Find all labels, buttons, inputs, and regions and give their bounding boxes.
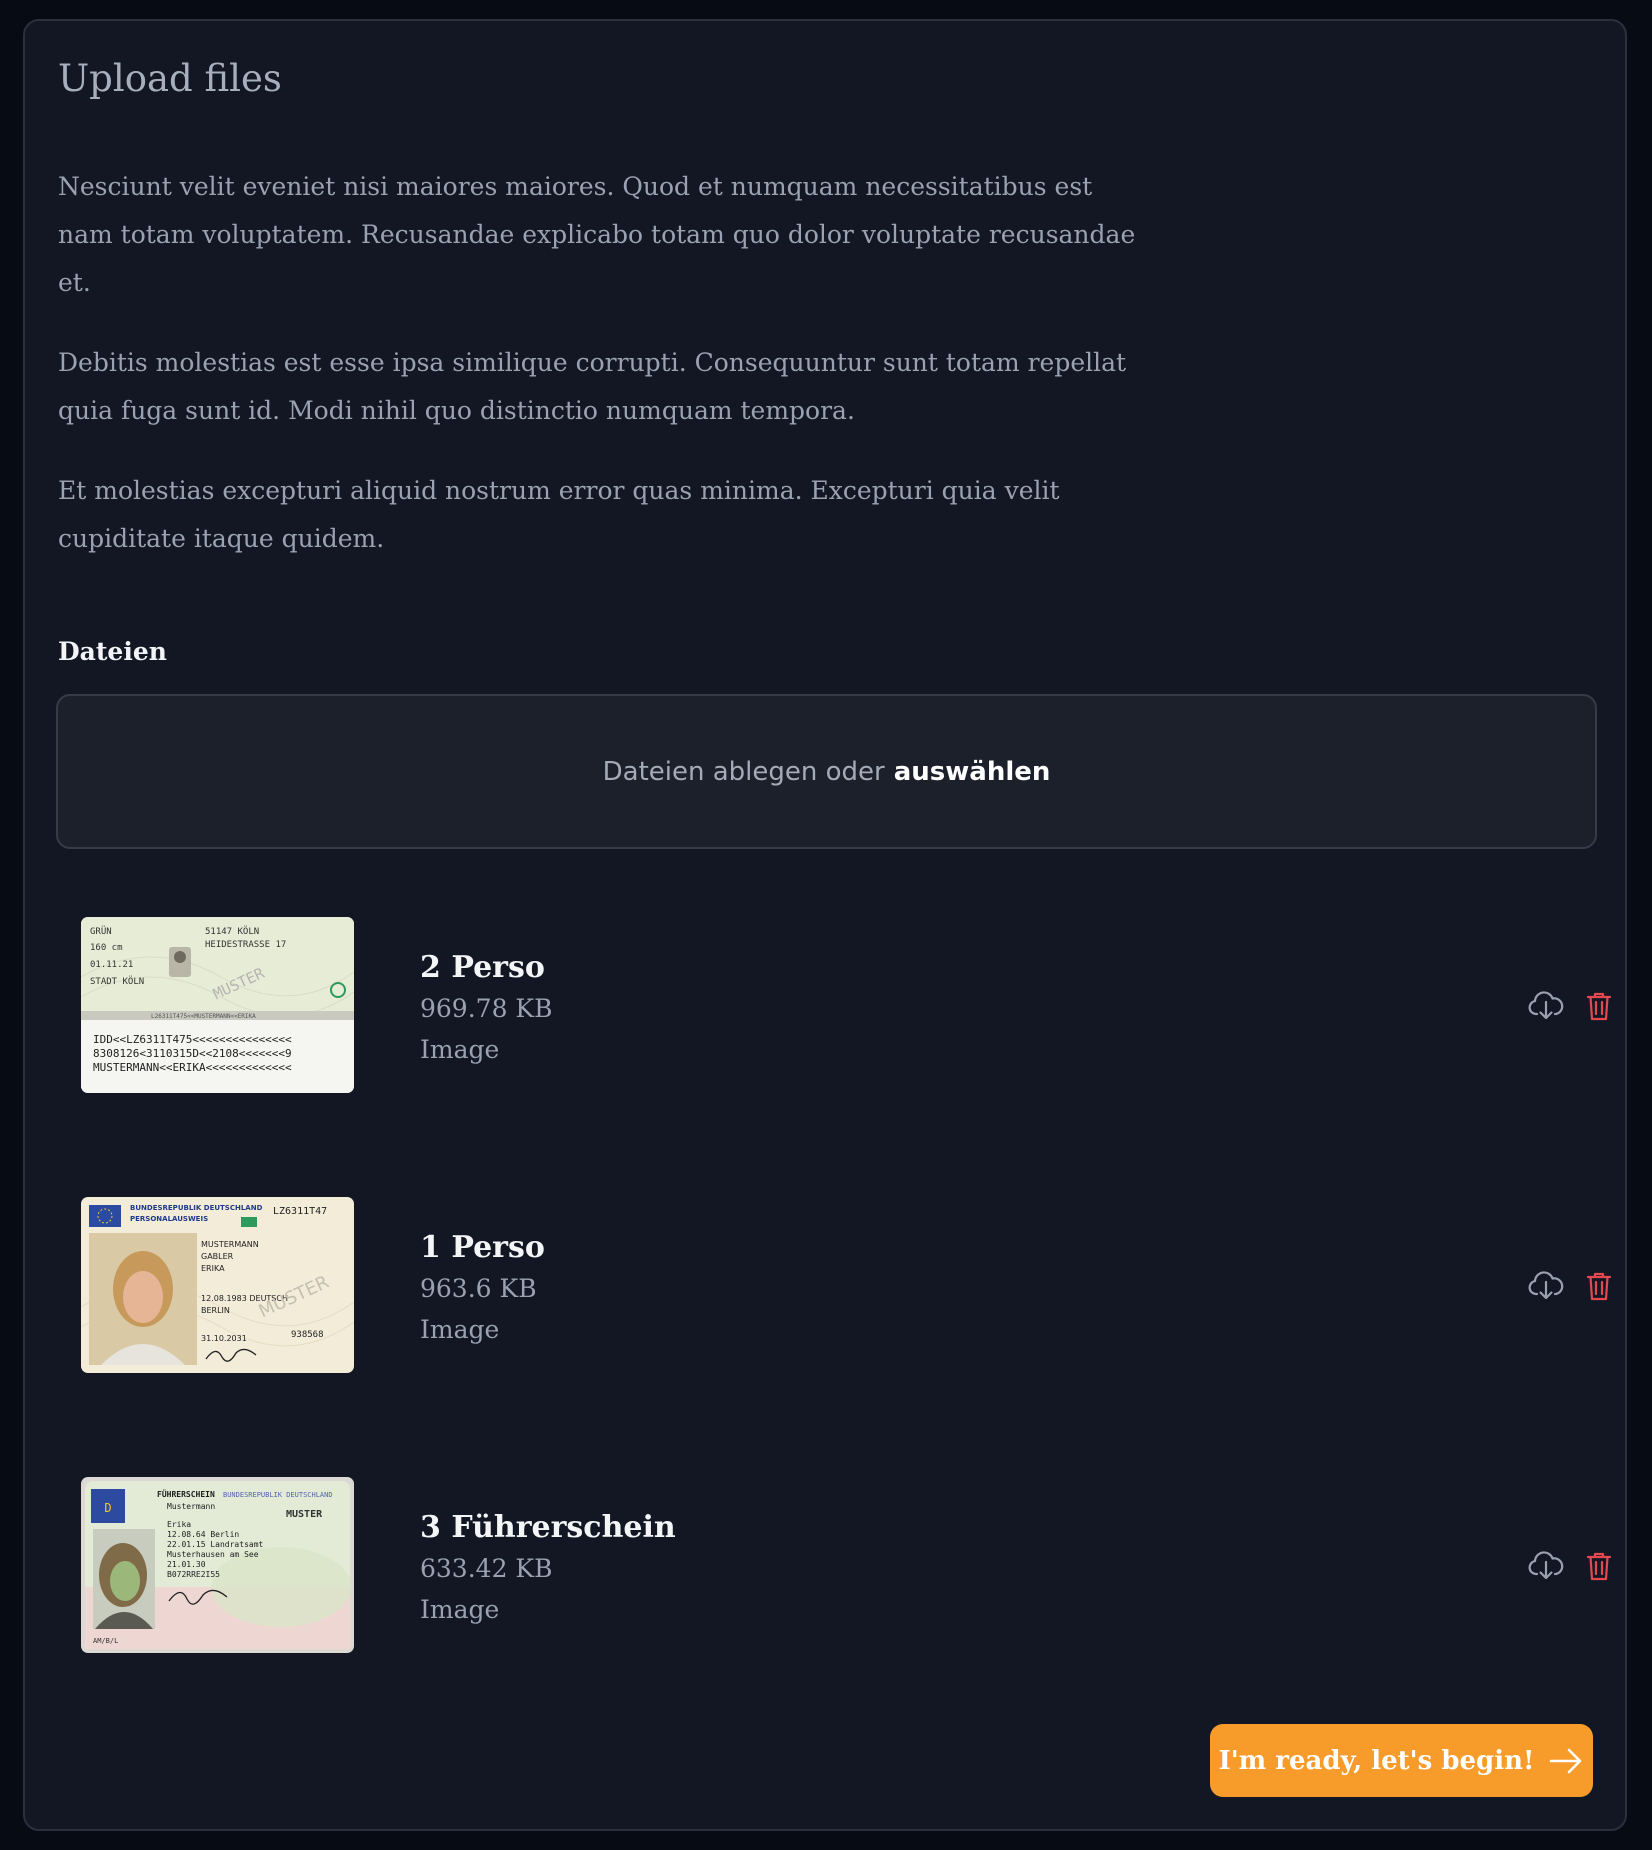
- file-item: GRÜN 160 cm 01.11.21 STADT KÖLN 51147 KÖ…: [81, 917, 1621, 1094]
- file-meta: 3 Führerschein 633.42 KB Image: [420, 1507, 676, 1630]
- svg-text:D: D: [104, 1501, 111, 1515]
- thumb-mrz: 8308126<3110315D<<2108<<<<<<<9: [93, 1047, 292, 1060]
- thumb-text: 51147 KÖLN: [205, 926, 259, 937]
- description-paragraph-2: Debitis molestias est esse ipsa similiqu…: [58, 348, 1127, 425]
- download-button[interactable]: [1528, 1269, 1564, 1303]
- thumb-text: 938568: [291, 1330, 324, 1340]
- cloud-download-icon: [1528, 1551, 1564, 1580]
- thumb-text: 31.10.2031: [201, 1334, 247, 1343]
- download-button[interactable]: [1528, 989, 1564, 1023]
- file-meta: 2 Perso 969.78 KB Image: [420, 947, 552, 1070]
- thumb-text: Mustermann: [167, 1502, 215, 1511]
- file-type: Image: [420, 1315, 500, 1344]
- delete-button[interactable]: [1581, 1269, 1617, 1303]
- delete-button[interactable]: [1581, 989, 1617, 1023]
- thumb-text: 21.01.30: [167, 1560, 206, 1569]
- thumb-text: PERSONALAUSWEIS: [130, 1215, 208, 1223]
- thumb-text: Erika: [167, 1520, 191, 1529]
- file-thumbnail[interactable]: D FÜHRERSCHEIN BUNDESREPUBLIK DEUTSCHLAN…: [81, 1477, 354, 1653]
- cloud-download-icon: [1528, 991, 1564, 1020]
- file-meta: 1 Perso 963.6 KB Image: [420, 1227, 545, 1350]
- file-size: 633.42 KB: [420, 1554, 553, 1583]
- thumb-text: 160 cm: [90, 943, 123, 953]
- download-button[interactable]: [1528, 1549, 1564, 1583]
- files-section-label: Dateien: [58, 637, 167, 666]
- thumb-text: ERIKA: [201, 1264, 225, 1273]
- file-item: BUNDESREPUBLIK DEUTSCHLAND PERSONALAUSWE…: [81, 1197, 1621, 1374]
- dropzone-text: Dateien ablegen oder: [602, 756, 885, 787]
- file-actions: [1528, 1269, 1617, 1303]
- trash-icon: [1586, 1272, 1612, 1301]
- thumb-text: FÜHRERSCHEIN: [157, 1489, 215, 1499]
- file-name: 1 Perso: [420, 1230, 545, 1265]
- thumb-text: Musterhausen am See: [167, 1550, 259, 1559]
- thumb-text: BUNDESREPUBLIK DEUTSCHLAND: [223, 1491, 333, 1499]
- thumb-text: 22.01.15 Landratsamt: [167, 1540, 264, 1549]
- file-size: 969.78 KB: [420, 994, 553, 1023]
- thumb-text: MUSTERMANN: [201, 1240, 259, 1249]
- thumb-text: STADT KÖLN: [90, 976, 144, 987]
- description-paragraph-3: Et molestias excepturi aliquid nostrum e…: [58, 476, 1060, 553]
- select-files-link[interactable]: auswählen: [894, 757, 1051, 787]
- begin-button-label: I'm ready, let's begin!: [1218, 1745, 1535, 1776]
- file-thumbnail[interactable]: GRÜN 160 cm 01.11.21 STADT KÖLN 51147 KÖ…: [81, 917, 354, 1093]
- upload-card: Upload files Nesciunt velit eveniet nisi…: [23, 19, 1627, 1831]
- thumb-text: MUSTER: [286, 1509, 323, 1520]
- description: Nesciunt velit eveniet nisi maiores maio…: [58, 163, 1148, 595]
- trash-icon: [1586, 992, 1612, 1021]
- arrow-right-icon: [1550, 1748, 1582, 1773]
- thumb-text: BUNDESREPUBLIK DEUTSCHLAND: [130, 1204, 263, 1212]
- thumb-text: AM/B/L: [93, 1637, 118, 1645]
- file-type: Image: [420, 1035, 500, 1064]
- file-name: 3 Führerschein: [420, 1510, 676, 1545]
- thumb-text: GRÜN: [90, 926, 112, 937]
- thumb-text: LZ6311T47: [273, 1206, 327, 1217]
- thumb-text: B072RRE2I55: [167, 1570, 220, 1579]
- delete-button[interactable]: [1581, 1549, 1617, 1583]
- thumb-mrz: MUSTERMANN<<ERIKA<<<<<<<<<<<<<: [93, 1061, 292, 1074]
- thumb-text: BERLIN: [201, 1306, 230, 1315]
- file-name: 2 Perso: [420, 950, 545, 985]
- file-dropzone[interactable]: Dateien ablegen oder auswählen: [56, 694, 1597, 849]
- thumb-text: HEIDESTRASSE 17: [205, 940, 286, 950]
- thumb-text: 01.11.21: [90, 960, 133, 970]
- file-actions: [1528, 989, 1617, 1023]
- cloud-download-icon: [1528, 1271, 1564, 1300]
- file-thumbnail[interactable]: BUNDESREPUBLIK DEUTSCHLAND PERSONALAUSWE…: [81, 1197, 354, 1373]
- trash-icon: [1586, 1552, 1612, 1581]
- thumb-text: GABLER: [201, 1252, 234, 1261]
- thumb-text: L26311T475<<MUSTERMANN<<ERIKA: [151, 1013, 256, 1020]
- begin-button[interactable]: I'm ready, let's begin!: [1210, 1724, 1593, 1797]
- page-title: Upload files: [58, 57, 282, 100]
- thumb-mrz: IDD<<LZ6311T475<<<<<<<<<<<<<<<: [93, 1033, 292, 1046]
- file-item: D FÜHRERSCHEIN BUNDESREPUBLIK DEUTSCHLAN…: [81, 1477, 1621, 1654]
- file-type: Image: [420, 1595, 500, 1624]
- thumb-text: 12.08.64 Berlin: [167, 1530, 239, 1539]
- description-paragraph-1: Nesciunt velit eveniet nisi maiores maio…: [58, 172, 1136, 297]
- file-size: 963.6 KB: [420, 1274, 537, 1303]
- file-actions: [1528, 1549, 1617, 1583]
